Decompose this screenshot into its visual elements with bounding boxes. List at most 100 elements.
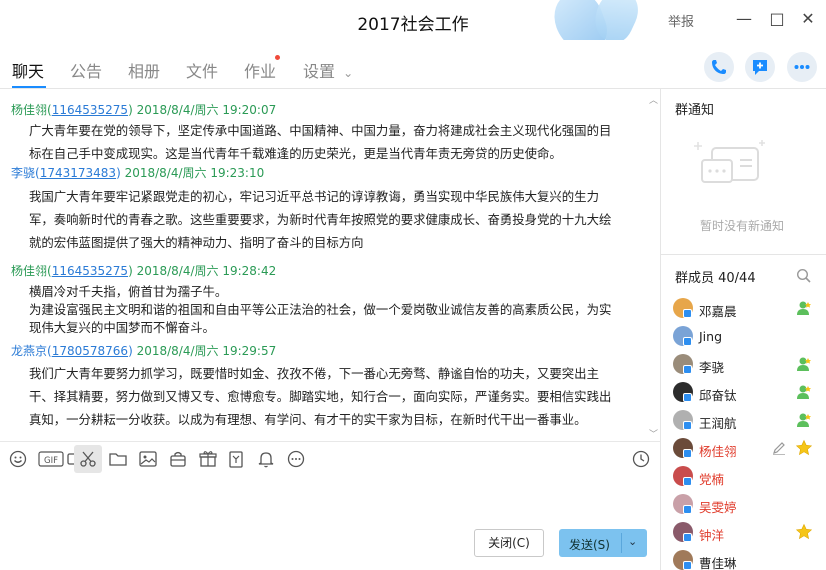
send-button[interactable]: 发送(S) ⌄ — [559, 529, 647, 557]
member-item[interactable]: 吴雯婷 — [673, 493, 823, 517]
member-name: 吴雯婷 — [699, 500, 737, 515]
empty-notice-illustration-icon — [694, 140, 765, 183]
message-line: 干、择其精要，努力做到又博又专、愈博愈专。脚踏实地，知行合一，面向实际，严谨务实… — [29, 389, 612, 404]
member-item[interactable]: Jing — [673, 325, 823, 349]
scroll-up-arrow[interactable]: ︿ — [649, 93, 658, 106]
avatar[interactable] — [673, 354, 693, 374]
send-label: 发送(S) — [569, 538, 610, 552]
member-item[interactable]: 曹佳琳 — [673, 549, 823, 570]
sender-name[interactable]: 杨佳翎 — [11, 103, 47, 117]
more-icon[interactable] — [286, 449, 308, 469]
bag-icon[interactable] — [168, 449, 190, 469]
member-item[interactable]: 邓嘉晨 — [673, 297, 823, 321]
avatar[interactable] — [673, 298, 693, 318]
sender-name[interactable]: 龙燕京 — [11, 344, 47, 358]
chat-plus-icon — [753, 60, 767, 75]
members-title: 群成员 40/44 — [675, 271, 756, 286]
online-device-icon — [683, 337, 692, 346]
message-list[interactable]: 杨佳翎(1164535275) 2018/8/4/周六 19:20:07 广大青… — [0, 89, 660, 441]
gif-icon[interactable]: GIF — [38, 449, 64, 469]
sender-name[interactable]: 李骁 — [11, 166, 35, 180]
member-item[interactable]: 党楠 — [673, 465, 823, 489]
close-button[interactable]: 关闭(C) — [474, 529, 544, 557]
sender-name[interactable]: 杨佳翎 — [11, 264, 47, 278]
tab-homework[interactable]: 作业 — [244, 58, 276, 82]
member-item[interactable]: 钟洋 — [673, 521, 823, 545]
message-input[interactable] — [0, 475, 660, 525]
emoji-icon[interactable] — [8, 449, 30, 469]
tab-chat[interactable]: 聊天 — [12, 58, 44, 82]
title-bar: 2017社会工作 举报 — □ ✕ — [0, 0, 826, 40]
phone-call-button[interactable] — [704, 52, 734, 82]
group-message-button[interactable] — [745, 52, 775, 82]
message-header: 杨佳翎(1164535275) 2018/8/4/周六 19:28:42 — [11, 264, 277, 278]
member-item[interactable]: 杨佳翎 — [673, 437, 823, 461]
minimize-button[interactable]: — — [733, 8, 755, 30]
tab-notice[interactable]: 公告 — [70, 58, 102, 82]
tab-files[interactable]: 文件 — [186, 58, 218, 82]
admin-user-icon — [797, 301, 811, 315]
avatar[interactable] — [673, 326, 693, 346]
online-device-icon — [683, 533, 692, 542]
online-device-icon — [683, 561, 692, 570]
send-options-chevron-icon[interactable]: ⌄ — [628, 535, 637, 548]
history-icon[interactable] — [631, 449, 653, 469]
tab-album[interactable]: 相册 — [128, 58, 160, 82]
message-line: 军，奏响新时代的青春之歌。这些重要要求，为新时代青年按照党的要求健康成长、奋勇投… — [29, 212, 612, 227]
avatar[interactable] — [673, 382, 693, 402]
message-time: 2018/8/4/周六 19:28:42 — [136, 264, 277, 278]
message-header: 李骁(1743173483) 2018/8/4/周六 19:23:10 — [11, 166, 265, 180]
folder-icon[interactable] — [108, 449, 130, 469]
message-line: 现伟大复兴的中国梦而不懈奋斗。 — [29, 320, 215, 335]
avatar[interactable] — [673, 550, 693, 570]
homework-badge-dot — [275, 55, 280, 60]
message-body: 我国广大青年要牢记紧跟党走的初心，牢记习近平总书记的谆谆教诲，勇当实现中华民族伟… — [29, 185, 649, 254]
online-device-icon — [683, 309, 692, 318]
scroll-down-arrow[interactable]: ﹀ — [649, 427, 658, 440]
member-name: 邱奋钛 — [699, 388, 737, 403]
window-title: 2017社会工作 — [357, 15, 469, 35]
notice-title: 群通知 — [675, 103, 715, 118]
image-icon[interactable] — [138, 449, 160, 469]
note-icon[interactable] — [226, 449, 248, 469]
member-name: 党楠 — [699, 472, 725, 487]
avatar[interactable] — [673, 494, 693, 514]
owner-star-icon — [795, 439, 813, 456]
avatar[interactable] — [673, 466, 693, 486]
svg-text:GIF: GIF — [44, 456, 58, 466]
member-name: 曹佳琳 — [699, 556, 737, 570]
avatar[interactable] — [673, 438, 693, 458]
search-icon[interactable] — [796, 268, 812, 284]
maximize-button[interactable]: □ — [766, 8, 788, 30]
message-body: 我们广大青年要努力抓学习，既要惜时如金、孜孜不倦，下一番心无旁骛、静谧自怡的功夫… — [29, 362, 649, 431]
message-line: 我们广大青年要努力抓学习，既要惜时如金、孜孜不倦，下一番心无旁骛、静谧自怡的功夫… — [29, 366, 599, 381]
sender-uid[interactable]: 1164535275 — [52, 264, 128, 278]
avatar[interactable] — [673, 522, 693, 542]
more-dots-icon — [794, 65, 810, 69]
sender-uid[interactable]: 1743173483 — [40, 166, 116, 180]
sender-uid[interactable]: 1780578766 — [52, 344, 128, 358]
more-options-button[interactable] — [787, 52, 817, 82]
sender-uid[interactable]: 1164535275 — [52, 103, 128, 117]
online-device-icon — [683, 393, 692, 402]
member-name: 杨佳翎 — [699, 444, 737, 459]
report-link[interactable]: 举报 — [668, 11, 694, 30]
message-line: 横眉冷对千夫指，俯首甘为孺子牛。 — [29, 284, 228, 299]
bell-icon[interactable] — [256, 449, 278, 469]
online-device-icon — [683, 365, 692, 374]
send-separator — [621, 533, 622, 553]
tab-settings-label: 设置 — [303, 62, 336, 81]
tab-settings[interactable]: 设置 ⌄ — [303, 58, 353, 82]
message-header: 龙燕京(1780578766) 2018/8/4/周六 19:29:57 — [11, 344, 277, 358]
gift-icon[interactable] — [198, 449, 220, 469]
member-name: 李骁 — [699, 360, 725, 375]
member-item[interactable]: 邱奋钛 — [673, 381, 823, 405]
member-item[interactable]: 王润航 — [673, 409, 823, 433]
close-window-button[interactable]: ✕ — [797, 8, 819, 30]
notice-empty-text: 暂时没有新通知 — [700, 219, 785, 233]
avatar[interactable] — [673, 410, 693, 430]
edit-pencil-icon[interactable] — [771, 440, 787, 456]
member-item[interactable]: 李骁 — [673, 353, 823, 377]
scissors-icon[interactable] — [74, 445, 102, 473]
message-line: 我国广大青年要牢记紧跟党走的初心，牢记习近平总书记的谆谆教诲，勇当实现中华民族伟… — [29, 189, 599, 204]
